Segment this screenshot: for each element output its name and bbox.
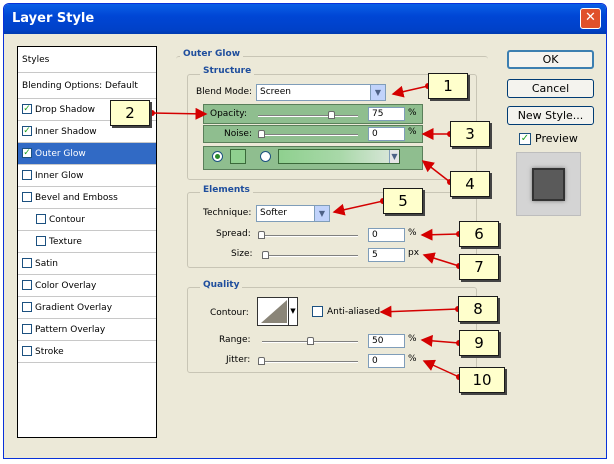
callout-7: 7 <box>459 254 499 280</box>
callout-8: 8 <box>458 296 498 322</box>
annotation-arrows <box>149 83 462 380</box>
arrow-10 <box>422 359 460 378</box>
arrow-1 <box>391 85 429 98</box>
callout-4: 4 <box>450 171 490 197</box>
arrow-9 <box>420 334 460 347</box>
arrow-8 <box>379 305 459 318</box>
callout-10: 10 <box>459 367 505 393</box>
callout-3: 3 <box>450 121 490 147</box>
callout-6: 6 <box>459 221 499 247</box>
callout-2: 2 <box>110 100 150 126</box>
callout-9: 9 <box>459 330 499 356</box>
arrow-7 <box>422 252 460 267</box>
arrow-2 <box>151 107 208 120</box>
callout-1: 1 <box>428 73 468 99</box>
callout-5: 5 <box>383 188 423 214</box>
arrow-4 <box>421 160 451 183</box>
arrow-6 <box>420 228 460 241</box>
arrow-5 <box>332 200 384 216</box>
